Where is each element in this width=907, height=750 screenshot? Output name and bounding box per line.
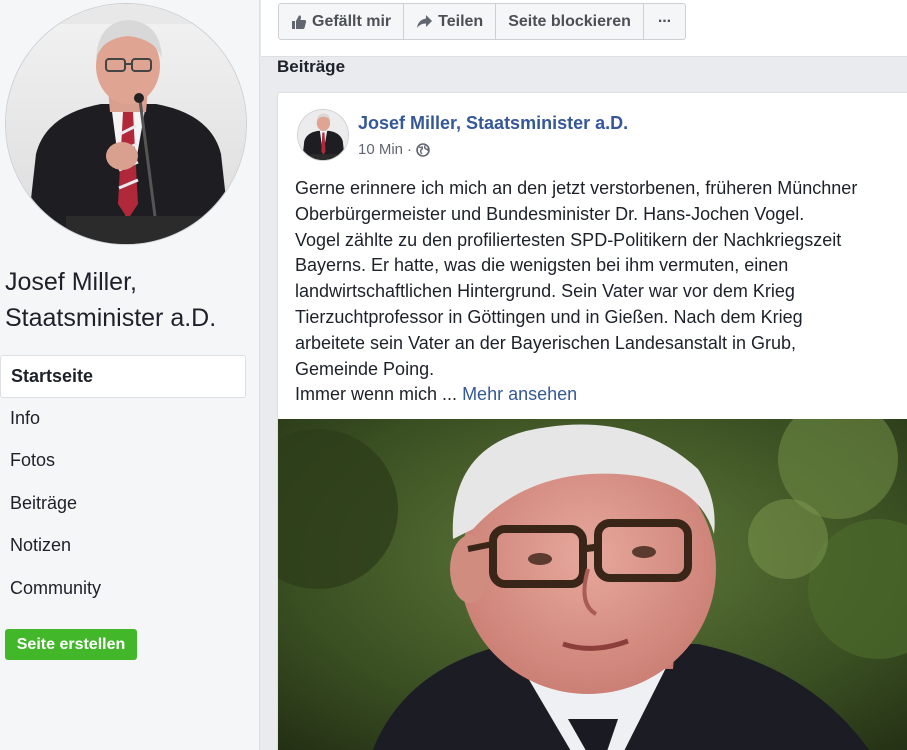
more-options-button[interactable]: ··· [644,4,685,39]
page-nav: Startseite Info Fotos Beiträge Notizen C… [0,355,246,611]
section-title-posts: Beiträge [277,57,346,76]
post-text-line: Gerne erinnere ich mich an den jetzt ver… [295,178,858,198]
share-button-label: Teilen [438,13,484,30]
post-text-line: Oberbürgermeister und Bundesminister Dr.… [295,203,805,224]
action-button-group: Gefällt mir Teilen Seite blockieren ··· [278,3,686,40]
nav-item-fotos[interactable]: Fotos [0,440,246,483]
post-text-line: Bayerns. Er hatte, was die wenigsten bei… [295,255,789,276]
share-button[interactable]: Teilen [404,4,497,39]
post-card: Josef Miller, Staatsminister a.D. 10 Min… [277,92,907,750]
more-dots-icon: ··· [657,13,672,30]
globe-icon[interactable] [416,142,430,157]
post-meta: 10 Min · [358,141,430,158]
post-author-avatar[interactable] [298,110,348,160]
block-page-button[interactable]: Seite blockieren [496,4,644,39]
profile-photo-speaker [6,4,246,244]
post-text-line: landwirtschaftlichen Hintergrund. Sein V… [295,281,795,302]
post-avatar-photo [298,110,348,160]
share-arrow-icon [417,15,433,28]
post-author-link[interactable]: Josef Miller, Staatsminister a.D. [358,113,628,134]
post-body: Gerne erinnere ich mich an den jetzt ver… [295,176,905,408]
post-text-truncated: Immer wenn mich ... [295,384,458,405]
thumbs-up-icon [292,14,307,29]
post-timestamp[interactable]: 10 Min [358,141,403,158]
profile-picture[interactable] [6,4,246,244]
page-name[interactable]: Josef Miller, Staatsminister a.D. [5,264,255,336]
like-button-label: Gefällt mir [312,13,392,30]
left-column: Josef Miller, Staatsminister a.D. Starts… [0,0,260,750]
page-name-line1: Josef Miller, [5,268,137,296]
create-page-button[interactable]: Seite erstellen [5,629,137,660]
like-button[interactable]: Gefällt mir [279,4,405,39]
nav-item-beitraege[interactable]: Beiträge [0,483,246,526]
page-action-bar: Gefällt mir Teilen Seite blockieren ··· [261,0,907,57]
meta-separator: · [407,141,413,158]
post-photo-portrait [278,419,907,750]
page-name-line2: Staatsminister a.D. [5,304,217,332]
see-more-link[interactable]: Mehr ansehen [462,384,577,404]
nav-item-info[interactable]: Info [0,398,246,441]
nav-item-community[interactable]: Community [0,568,246,611]
post-photo[interactable] [278,419,907,750]
post-text-line: Gemeinde Poing. [295,358,435,379]
post-text-line: Vogel zählte zu den profiliertesten SPD-… [295,229,842,250]
block-page-button-label: Seite blockieren [508,13,631,30]
post-text-line: arbeitete sein Vater an der Bayerischen … [295,332,796,353]
main-column: Gefällt mir Teilen Seite blockieren ··· … [261,0,907,750]
nav-item-notizen[interactable]: Notizen [0,525,246,568]
nav-item-startseite[interactable]: Startseite [0,355,246,398]
post-text-line: Tierzuchtprofessor in Göttingen und in G… [295,306,803,327]
post-text-last-line: Immer wenn mich ... Mehr ansehen [295,382,905,408]
